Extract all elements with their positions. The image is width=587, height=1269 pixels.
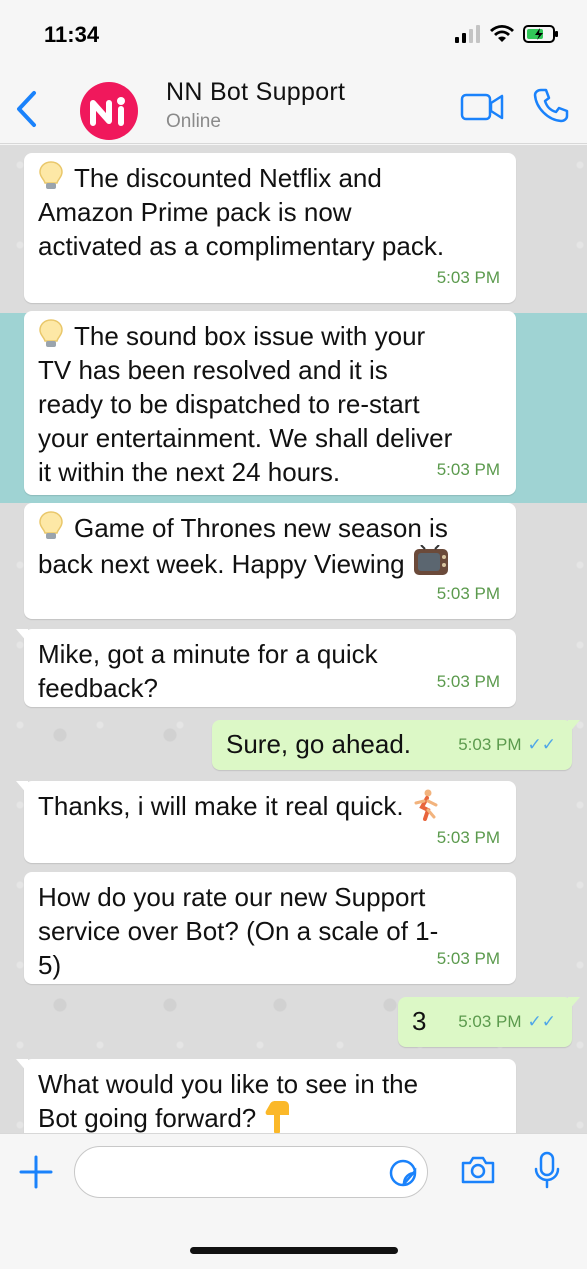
message-bubble[interactable]: The sound box issue with your TV has bee… — [24, 311, 516, 495]
phone-icon — [533, 88, 569, 123]
message-time: 5:03 PM — [458, 735, 522, 754]
sticker-button[interactable] — [389, 1159, 417, 1192]
message-bubble[interactable]: Mike, got a minute for a quick feedback?… — [16, 629, 516, 707]
tv-icon — [413, 544, 448, 575]
message-bubble[interactable]: Thanks, i will make it real quick. 5:03 … — [16, 781, 516, 863]
plus-icon — [19, 1155, 53, 1189]
message-bubble[interactable]: Sure, go ahead. 5:03 PM ✓✓ — [212, 720, 580, 770]
status-bar: 11:34 — [0, 0, 587, 70]
bulb-icon — [39, 319, 63, 347]
status-time: 11:34 — [44, 22, 100, 47]
message-text: What would you like to see in the Bot go… — [38, 1067, 502, 1133]
signal-icon — [455, 25, 480, 43]
message-text: Game of Thrones new season is back next … — [38, 511, 502, 581]
message-bubble[interactable]: How do you rate our new Support service … — [24, 872, 516, 984]
message-bubble[interactable]: 3 5:03 PM ✓✓ — [398, 997, 580, 1047]
message-bubble[interactable]: Game of Thrones new season is back next … — [24, 503, 516, 619]
message-time: 5:03 PM — [436, 268, 500, 287]
read-receipt-icon: ✓✓ — [527, 1012, 557, 1031]
microphone-icon — [534, 1151, 560, 1189]
brand-logo-icon — [90, 97, 125, 126]
bubble-tail — [16, 629, 28, 643]
message-bubble[interactable]: The discounted Netflix and Amazon Prime … — [24, 153, 516, 303]
camera-icon — [461, 1156, 495, 1184]
message-text: Mike, got a minute for a quick feedback? — [38, 639, 378, 703]
runner-icon — [414, 789, 438, 821]
video-camera-icon — [460, 93, 504, 121]
message-time-group: 5:03 PM ✓✓ — [458, 1005, 556, 1039]
microphone-button[interactable] — [533, 1151, 561, 1194]
message-body: Game of Thrones new season is back next … — [38, 513, 448, 579]
message-text: The discounted Netflix and Amazon Prime … — [38, 161, 502, 263]
bubble-tail — [568, 720, 580, 734]
message-time: 5:03 PM — [436, 460, 500, 479]
back-button[interactable] — [14, 90, 40, 133]
message-time: 5:03 PM — [436, 828, 500, 847]
message-time: 5:03 PM — [458, 1012, 522, 1031]
sticker-icon — [389, 1159, 417, 1187]
voice-call-button[interactable] — [533, 87, 569, 128]
message-body: Thanks, i will make it real quick. — [38, 791, 404, 821]
message-text: The sound box issue with your TV has bee… — [38, 319, 502, 489]
message-input[interactable] — [74, 1146, 428, 1198]
message-time: 5:03 PM — [436, 584, 500, 603]
status-icons — [455, 24, 559, 44]
chat-header: NN Bot Support Online — [0, 70, 587, 144]
message-body: The discounted Netflix and Amazon Prime … — [38, 163, 445, 261]
camera-button[interactable] — [460, 1154, 496, 1191]
avatar[interactable] — [80, 82, 138, 140]
wifi-icon — [490, 25, 514, 42]
chat-area[interactable]: The discounted Netflix and Amazon Prime … — [0, 145, 587, 1133]
read-receipt-icon: ✓✓ — [527, 735, 557, 754]
message-text: Thanks, i will make it real quick. — [38, 789, 502, 823]
message-time: 5:03 PM — [436, 672, 500, 691]
home-indicator[interactable] — [190, 1247, 398, 1254]
battery-charging-icon — [523, 25, 558, 43]
chevron-left-icon — [17, 91, 36, 127]
bubble-tail — [568, 997, 580, 1011]
contact-name[interactable]: NN Bot Support — [166, 78, 345, 107]
message-body: What would you like to see in the Bot go… — [38, 1069, 419, 1133]
pointing-down-icon — [265, 1101, 290, 1133]
message-body: The sound box issue with your TV has bee… — [38, 321, 453, 487]
contact-status: Online — [166, 111, 221, 132]
bubble-tail — [16, 781, 28, 795]
message-bubble[interactable]: What would you like to see in the Bot go… — [16, 1059, 516, 1133]
attach-button[interactable] — [18, 1154, 54, 1195]
message-text: How do you rate our new Support service … — [38, 882, 439, 980]
bulb-icon — [39, 511, 63, 539]
bubble-tail — [16, 1059, 28, 1073]
message-time-group: 5:03 PM ✓✓ — [458, 728, 556, 762]
message-time: 5:03 PM — [436, 949, 500, 968]
bulb-icon — [39, 161, 63, 189]
video-call-button[interactable] — [460, 92, 504, 127]
